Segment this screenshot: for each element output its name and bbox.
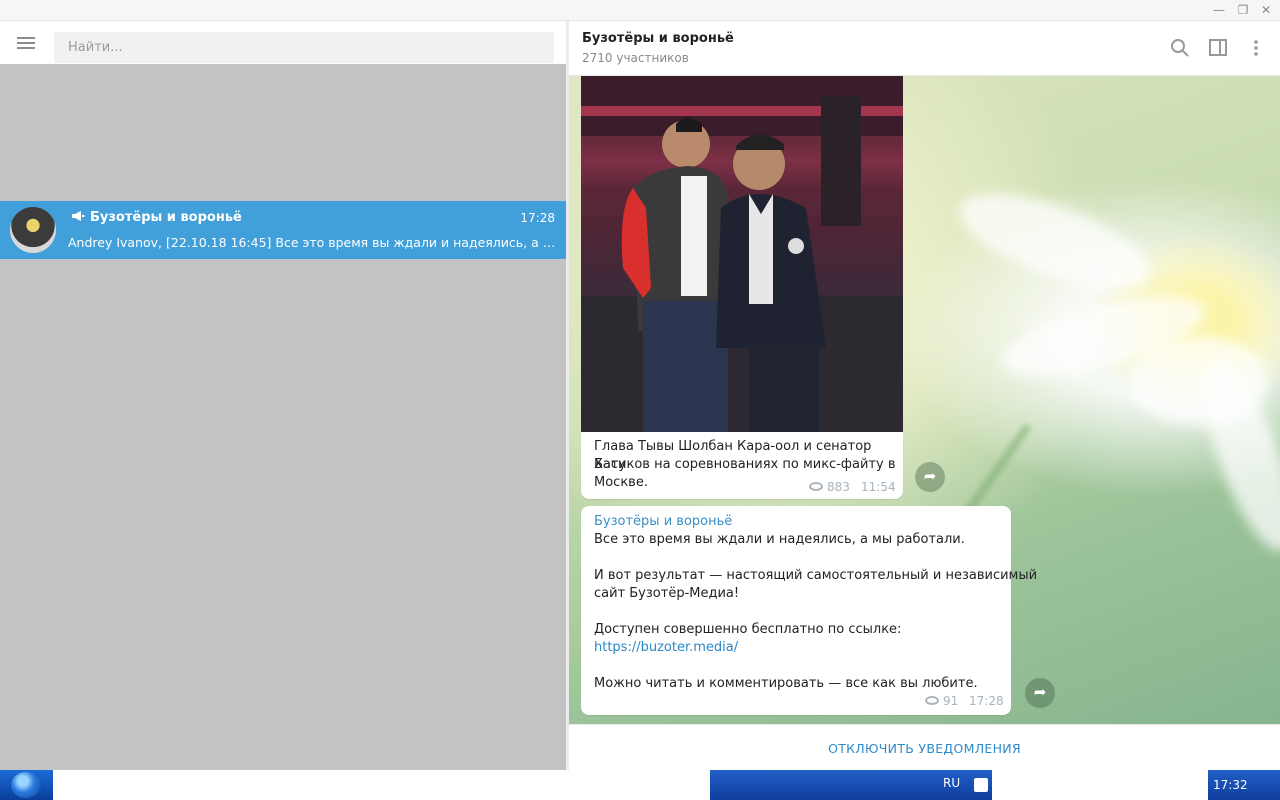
chat-panel: Бузотёры и вороньё 2710 участников Глава… xyxy=(569,21,1280,770)
message-time: 17:28 xyxy=(969,694,1004,708)
message-line: Все это время вы ждали и надеялись, а мы… xyxy=(594,532,965,547)
message-line: Можно читать и комментировать — все как … xyxy=(594,676,978,691)
sidebar-toggle-icon[interactable] xyxy=(1207,37,1229,59)
windows-logo-icon xyxy=(11,772,41,798)
title-bar: — ❐ ✕ xyxy=(0,0,1280,21)
message-line: И вот результат — настоящий самостоятель… xyxy=(594,568,1038,583)
message-line: Доступен совершенно бесплатно по ссылке: xyxy=(594,622,902,637)
maximize-button[interactable]: ❐ xyxy=(1231,2,1255,19)
chat-header: Бузотёры и вороньё 2710 участников xyxy=(569,21,1280,76)
taskbar: RU 17:32 xyxy=(0,770,1280,800)
photo-caption-line: Москве. xyxy=(594,475,648,490)
message-line: сайт Бузотёр-Медиа! xyxy=(594,586,740,601)
dialogs-sidebar: Бузотёры и вороньё 17:28 Andrey Ivanov, … xyxy=(0,21,566,770)
message-author[interactable]: Бузотёры и вороньё xyxy=(594,514,732,529)
search-icon[interactable] xyxy=(1169,37,1191,59)
hamburger-menu-icon[interactable] xyxy=(12,31,42,55)
search-input[interactable] xyxy=(54,32,554,63)
share-icon[interactable]: ➦ xyxy=(915,462,945,492)
message-photo[interactable] xyxy=(581,76,903,432)
eye-icon xyxy=(809,482,823,491)
close-button[interactable]: ✕ xyxy=(1254,2,1278,19)
photo-caption-line: Хасиков на соревнованиях по микс-файту в xyxy=(594,457,896,472)
network-icon[interactable] xyxy=(974,778,988,792)
megaphone-icon xyxy=(71,210,85,225)
dialog-time: 17:28 xyxy=(520,211,555,225)
chat-bottom-bar: ОТКЛЮЧИТЬ УВЕДОМЛЕНИЯ xyxy=(569,724,1280,770)
more-vertical-icon[interactable] xyxy=(1245,37,1267,59)
share-icon[interactable]: ➦ xyxy=(1025,678,1055,708)
message-link[interactable]: https://buzoter.media/ xyxy=(594,640,738,655)
minimize-button[interactable]: — xyxy=(1207,2,1231,19)
message-time: 11:54 xyxy=(861,480,896,494)
chat-background: Глава Тывы Шолбан Кара-оол и сенатор Бат… xyxy=(569,76,1280,724)
dialog-name: Бузотёры и вороньё xyxy=(90,210,242,225)
chat-member-count: 2710 участников xyxy=(582,51,689,65)
chat-title[interactable]: Бузотёры и вороньё xyxy=(582,31,734,46)
dialog-preview: Andrey Ivanov, [22.10.18 16:45] Все это … xyxy=(68,235,556,250)
view-count: 91 xyxy=(925,694,958,708)
daisy-petal xyxy=(948,173,1160,309)
avatar xyxy=(10,207,56,253)
sidebar-header xyxy=(0,21,566,64)
photo-message: Глава Тывы Шолбан Кара-оол и сенатор Бат… xyxy=(569,76,903,499)
clock[interactable]: 17:32 xyxy=(1213,778,1248,792)
dialog-item-buzotery[interactable]: Бузотёры и вороньё 17:28 Andrey Ivanov, … xyxy=(0,201,566,259)
language-indicator[interactable]: RU xyxy=(943,776,960,790)
telegram-window: — ❐ ✕ Бузотёры и вороньё 17:28 Andrey Iv… xyxy=(0,0,1280,800)
view-count: 883 xyxy=(809,480,850,494)
mute-notifications-button[interactable]: ОТКЛЮЧИТЬ УВЕДОМЛЕНИЯ xyxy=(569,725,1280,771)
start-button[interactable] xyxy=(0,770,53,800)
eye-icon xyxy=(925,696,939,705)
